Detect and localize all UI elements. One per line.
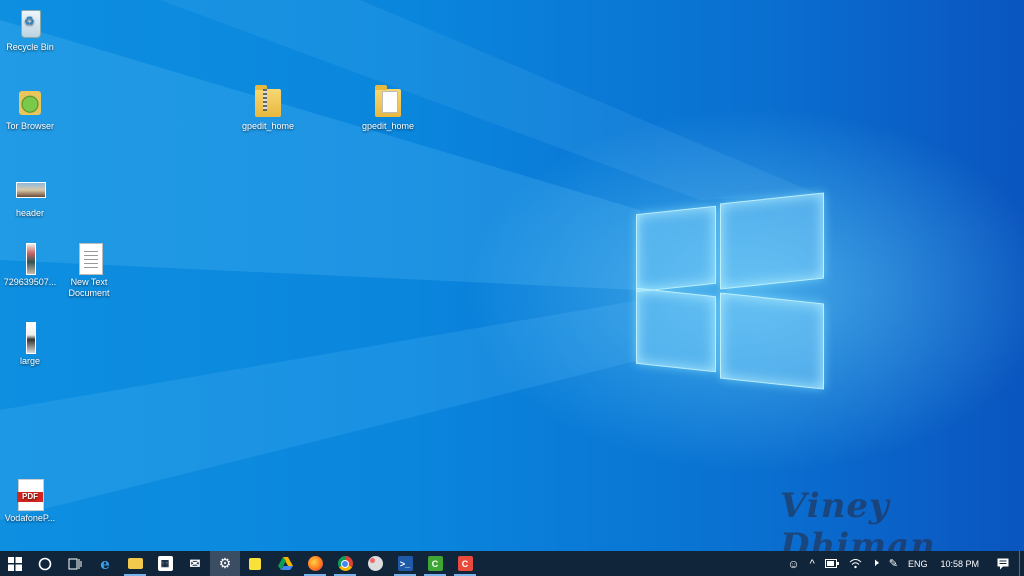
taskbar-task-view[interactable] bbox=[60, 551, 90, 576]
store-icon: ▦ bbox=[157, 556, 173, 571]
battery-button[interactable] bbox=[820, 551, 844, 576]
taskbar-camtasia-recorder[interactable]: C bbox=[450, 551, 480, 576]
drive-icon bbox=[277, 557, 293, 570]
tor-browser-icon bbox=[13, 85, 47, 119]
watermark: Viney Dhiman bbox=[780, 486, 936, 551]
desktop-icon-label: VodafoneP... bbox=[4, 513, 56, 523]
notification-icon bbox=[997, 558, 1009, 569]
image-thumbnail-icon bbox=[13, 172, 47, 206]
chevron-up-icon: ^ bbox=[809, 557, 815, 570]
pdf-file-icon: PDF bbox=[13, 477, 47, 511]
desktop-icon-tor-browser[interactable]: Tor Browser bbox=[0, 85, 66, 132]
edge-icon: e bbox=[100, 554, 110, 573]
image-thumbnail-icon bbox=[13, 320, 47, 354]
image-thumbnail-icon bbox=[13, 241, 47, 275]
taskbar-firefox[interactable] bbox=[300, 551, 330, 576]
show-hidden-icons-button[interactable]: ^ bbox=[805, 551, 820, 576]
wallpaper-light-beams bbox=[0, 0, 820, 520]
wifi-icon bbox=[849, 559, 862, 569]
desktop-icon-label: header bbox=[15, 208, 45, 218]
desktop-icon-new-text-document[interactable]: New Text Document bbox=[53, 241, 125, 299]
taskbar-edge[interactable]: e bbox=[90, 551, 120, 576]
firefox-icon bbox=[307, 556, 323, 571]
taskbar-chrome[interactable] bbox=[330, 551, 360, 576]
windows-start-icon bbox=[8, 556, 22, 571]
action-center-button[interactable] bbox=[987, 551, 1019, 576]
desktop-icon-gpedit-home-zip[interactable]: gpedit_home bbox=[232, 85, 304, 132]
text-document-icon bbox=[72, 241, 106, 275]
desktop-icon-large[interactable]: large bbox=[0, 320, 66, 367]
volume-button[interactable]: 🕨 bbox=[867, 551, 884, 576]
start-button[interactable] bbox=[0, 551, 30, 576]
desktop-icon-label: gpedit_home bbox=[241, 121, 295, 131]
language-indicator[interactable]: ENG bbox=[903, 551, 933, 576]
speaker-icon: 🕨 bbox=[871, 557, 879, 569]
battery-icon bbox=[824, 559, 839, 568]
taskbar-store[interactable]: ▦ bbox=[150, 551, 180, 576]
recycle-bin-icon bbox=[13, 6, 47, 40]
powershell-icon: >_ bbox=[397, 556, 413, 571]
people-icon: ☺ bbox=[787, 556, 800, 571]
chrome-icon bbox=[337, 556, 353, 571]
taskbar-sticky-notes[interactable] bbox=[240, 551, 270, 576]
taskbar-settings[interactable]: ⚙ bbox=[210, 551, 240, 576]
desktop-icon-recycle-bin[interactable]: Recycle Bin bbox=[0, 6, 66, 53]
paint-icon bbox=[367, 556, 383, 571]
taskbar-paint[interactable] bbox=[360, 551, 390, 576]
desktop-icon-label: Tor Browser bbox=[5, 121, 54, 131]
sticky-notes-icon bbox=[249, 557, 261, 570]
show-desktop-button[interactable] bbox=[1019, 551, 1024, 576]
folder-icon bbox=[371, 85, 405, 119]
taskbar-mail[interactable]: ✉ bbox=[180, 551, 210, 576]
desktop-icon-label: New Text Document bbox=[68, 277, 110, 298]
pen-icon: ✎ bbox=[888, 558, 898, 570]
network-button[interactable] bbox=[844, 551, 867, 576]
desktop-icon-header[interactable]: header bbox=[0, 172, 66, 219]
windows-logo-wallpaper bbox=[636, 192, 824, 390]
clock[interactable]: 10:58 PM bbox=[932, 551, 987, 576]
cortana-circle-icon bbox=[38, 557, 52, 570]
desktop-icon-label: large bbox=[19, 356, 40, 366]
settings-icon: ⚙ bbox=[218, 555, 232, 571]
taskbar-file-explorer[interactable] bbox=[120, 551, 150, 576]
pen-workspace-button[interactable]: ✎ bbox=[884, 551, 903, 576]
cortana-button[interactable] bbox=[30, 551, 60, 576]
taskbar-powershell[interactable]: >_ bbox=[390, 551, 420, 576]
system-tray: ☺ ^ 🕨 ✎ ENG 10:58 PM bbox=[782, 551, 1024, 576]
file-explorer-icon bbox=[127, 558, 143, 569]
desktop-icon-gpedit-home-folder[interactable]: gpedit_home bbox=[352, 85, 424, 132]
task-view-icon bbox=[68, 558, 82, 569]
camtasia-recorder-icon: C bbox=[457, 556, 473, 571]
taskbar: e ▦ ✉ ⚙ >_ C C ☺ ^ 🕨 ✎ ENG 10:58 PM bbox=[0, 551, 1024, 576]
desktop-icon-vodafone-pdf[interactable]: PDF VodafoneP... bbox=[0, 477, 66, 524]
zip-folder-icon bbox=[251, 85, 285, 119]
mail-icon: ✉ bbox=[189, 555, 201, 571]
people-button[interactable]: ☺ bbox=[782, 551, 804, 576]
desktop-icon-label: Recycle Bin bbox=[6, 42, 54, 52]
desktop-icon-label: gpedit_home bbox=[361, 121, 415, 131]
taskbar-camtasia[interactable]: C bbox=[420, 551, 450, 576]
desktop[interactable]: Recycle Bin Tor Browser gpedit_home gped… bbox=[0, 0, 1024, 551]
taskbar-google-drive[interactable] bbox=[270, 551, 300, 576]
camtasia-icon: C bbox=[427, 556, 443, 571]
